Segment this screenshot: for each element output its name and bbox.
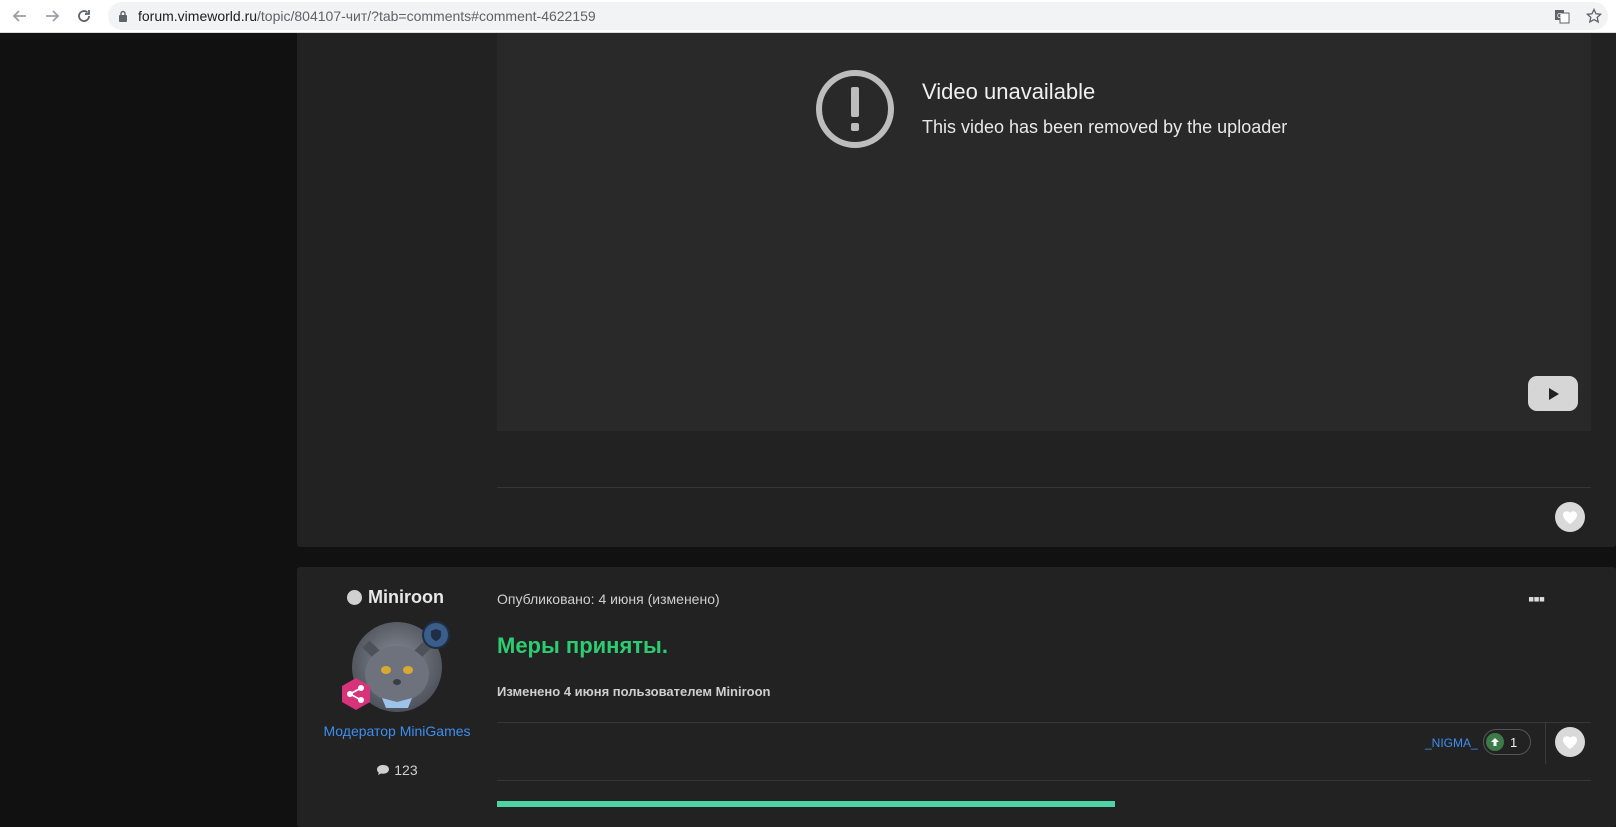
author-name-text: Miniroon <box>368 587 444 607</box>
author-name[interactable]: Miniroon <box>347 587 444 608</box>
browser-toolbar: forum.vimeworld.ru/topic/804107-чит/?tab… <box>0 0 1616 33</box>
youtube-play-button[interactable] <box>1528 376 1578 411</box>
user-rank[interactable]: Модератор MiniGames <box>297 723 497 739</box>
share-badge-icon <box>342 678 370 710</box>
back-button[interactable] <box>10 6 30 26</box>
heart-icon <box>1563 736 1577 749</box>
vertical-divider <box>1545 722 1546 764</box>
like-button[interactable] <box>1555 502 1585 532</box>
arrow-left-icon <box>12 10 26 22</box>
reaction-badge[interactable]: 1 <box>1483 729 1531 755</box>
video-unavailable-title: Video unavailable <box>922 79 1096 104</box>
post-count: 123 <box>297 762 497 778</box>
post-card-miniroon: Miniroon Модератор MiniGames 123 Опублик… <box>297 567 1616 827</box>
address-bar[interactable]: forum.vimeworld.ru/topic/804107-чит/?tab… <box>108 2 1608 30</box>
post-body-text: Меры приняты. <box>497 633 668 658</box>
heart-icon <box>1563 511 1577 524</box>
bookmark-star-icon[interactable] <box>1586 8 1602 24</box>
offline-status-icon <box>347 590 362 605</box>
svg-text:G: G <box>1557 13 1562 20</box>
arrow-right-icon <box>46 10 60 22</box>
reactor-link[interactable]: _NIGMA_ <box>1425 736 1478 750</box>
post-date: Опубликовано: 4 июня (изменено) <box>497 591 720 607</box>
reaction-count: 1 <box>1510 734 1518 750</box>
divider <box>497 780 1591 781</box>
comment-icon <box>377 765 390 775</box>
more-options-button[interactable]: ▪▪▪ <box>1528 589 1545 610</box>
divider <box>497 487 1591 488</box>
like-button[interactable] <box>1555 727 1585 757</box>
lock-icon <box>119 10 127 22</box>
post-card-video: Video unavailable This video has been re… <box>297 33 1616 547</box>
forward-button[interactable] <box>42 6 62 26</box>
reply-bar[interactable] <box>497 801 1115 807</box>
reload-icon <box>78 10 90 22</box>
url-host: forum.vimeworld.ru <box>138 8 258 24</box>
reload-button[interactable] <box>74 6 94 26</box>
post-count-value: 123 <box>394 762 418 778</box>
video-unavailable-message: This video has been removed by the uploa… <box>922 117 1288 137</box>
divider <box>497 722 1591 723</box>
url-path: /topic/804107-чит/?tab=comments#comment-… <box>257 8 596 24</box>
play-icon <box>1549 387 1559 400</box>
translate-icon[interactable]: G <box>1554 8 1570 24</box>
moderator-shield-icon <box>422 621 450 649</box>
video-embed[interactable]: Video unavailable This video has been re… <box>497 33 1591 431</box>
alert-circle-icon <box>816 70 894 148</box>
upvote-icon <box>1486 733 1504 751</box>
edited-note: Изменено 4 июня пользователем Miniroon <box>497 684 771 699</box>
url-text: forum.vimeworld.ru/topic/804107-чит/?tab… <box>138 8 596 24</box>
